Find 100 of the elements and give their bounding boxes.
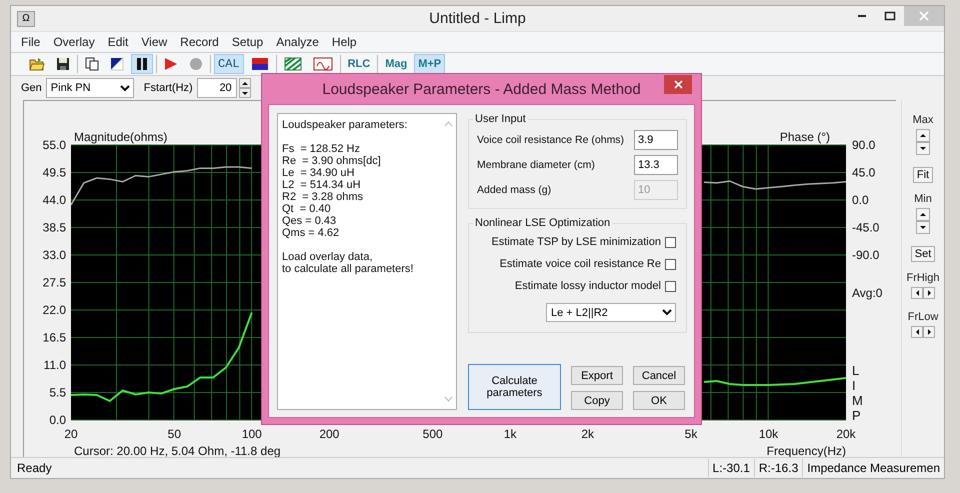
generator-label: Gen bbox=[21, 82, 42, 94]
close-icon bbox=[919, 11, 929, 21]
pause-icon bbox=[136, 57, 148, 71]
close-icon bbox=[674, 80, 682, 89]
axis-tick-label: 20 bbox=[64, 427, 78, 441]
generator-dropdown[interactable]: Pink PN bbox=[46, 78, 134, 98]
toolbar-button[interactable]: CAL bbox=[214, 54, 244, 74]
spin-down-button[interactable] bbox=[238, 88, 251, 98]
parameter-line: Fs = 128.52 Hz bbox=[282, 143, 361, 155]
close-button[interactable] bbox=[664, 75, 692, 94]
panel-label: FrHigh bbox=[906, 272, 940, 284]
color-square-icon bbox=[250, 57, 269, 71]
spin-up-button[interactable] bbox=[238, 78, 251, 88]
status-message: Ready bbox=[17, 461, 53, 475]
toolbar-button[interactable] bbox=[131, 54, 153, 74]
model-dropdown[interactable]: Le + L2||R2 bbox=[546, 303, 676, 322]
up-arrow-icon bbox=[920, 134, 926, 137]
checkbox-label: Estimate lossy inductor model bbox=[514, 280, 661, 292]
striped-square-icon bbox=[284, 57, 302, 71]
maximize-icon bbox=[884, 11, 896, 21]
save-icon bbox=[56, 57, 70, 71]
dialog-button[interactable]: Copy bbox=[571, 391, 623, 410]
parameter-line: L2 = 514.34 uH bbox=[282, 179, 362, 191]
panel-label: Max bbox=[912, 114, 934, 126]
dialog-button[interactable]: OK bbox=[633, 391, 685, 410]
axis-tick-label: 0.0 bbox=[852, 193, 869, 207]
axis-tick-label: 20k bbox=[836, 427, 856, 441]
triangle-icon bbox=[110, 57, 124, 71]
axis-tick-label: 50 bbox=[168, 427, 182, 441]
menu-item[interactable]: Overlay bbox=[53, 35, 95, 49]
parameter-line: Qt = 0.40 bbox=[282, 203, 332, 215]
left-arrow-icon bbox=[916, 329, 918, 335]
dialog-button[interactable]: Calculate parameters bbox=[468, 364, 561, 410]
menu-item[interactable]: Analyze bbox=[276, 35, 319, 49]
axis-tick-label: 100 bbox=[242, 427, 262, 441]
window-title: Untitled - Limp bbox=[429, 10, 526, 27]
up-arrow-icon bbox=[242, 82, 248, 84]
axis-title: Phase (°) bbox=[780, 130, 830, 144]
toolbar-button[interactable]: RLC bbox=[344, 54, 374, 74]
input-field[interactable]: 3.9 bbox=[634, 130, 678, 150]
menu-item[interactable]: Edit bbox=[108, 35, 128, 49]
step-down-button[interactable] bbox=[916, 221, 930, 234]
axis-tick-label: 44.0 bbox=[42, 193, 66, 207]
step-up-button[interactable] bbox=[916, 208, 930, 221]
down-arrow-icon bbox=[920, 147, 926, 150]
axis-tick-label: 200 bbox=[319, 427, 340, 441]
play-icon bbox=[164, 57, 178, 71]
right-arrow-icon bbox=[928, 329, 930, 335]
step-up-button[interactable] bbox=[916, 129, 930, 142]
axis-tick-label: 38.5 bbox=[42, 220, 66, 234]
axis-tick-label: 500 bbox=[422, 427, 443, 441]
step-right-button[interactable] bbox=[923, 287, 935, 299]
note-line: to calculate all parameters! bbox=[282, 263, 414, 275]
scroll-up-icon bbox=[444, 121, 453, 127]
dialog-button[interactable]: Export bbox=[571, 366, 623, 385]
boxed-wave-icon bbox=[312, 57, 333, 71]
app-icon[interactable]: Ω bbox=[17, 10, 35, 26]
step-left-button[interactable] bbox=[911, 326, 923, 338]
input-field[interactable]: 13.3 bbox=[634, 154, 678, 174]
record-icon bbox=[189, 57, 203, 71]
panel-button[interactable]: Fit bbox=[912, 167, 934, 183]
checkbox[interactable] bbox=[665, 258, 676, 270]
axis-tick-label: 0.0 bbox=[49, 413, 66, 427]
toolbar-button[interactable]: M+P bbox=[414, 54, 446, 74]
axis-tick-label: 45.0 bbox=[852, 166, 876, 180]
average-readout: Avg:0 bbox=[852, 286, 882, 300]
axis-tick-label: 90.0 bbox=[852, 138, 876, 152]
axis-tick-label: 5k bbox=[684, 427, 698, 441]
parameter-line: Qms = 4.62 bbox=[282, 227, 340, 239]
fstart-field[interactable]: 20 bbox=[196, 78, 237, 98]
results-heading: Loudspeaker parameters: bbox=[282, 119, 408, 131]
menu-item[interactable]: File bbox=[21, 35, 40, 49]
menu-item[interactable]: Setup bbox=[232, 35, 264, 49]
menu-item[interactable]: View bbox=[141, 35, 168, 49]
toolbar-button[interactable]: Mag bbox=[381, 54, 412, 74]
parameter-line: Le = 34.90 uH bbox=[282, 167, 356, 179]
checkbox[interactable] bbox=[665, 280, 676, 292]
checkbox[interactable] bbox=[665, 236, 676, 248]
status-field: Impedance Measuremen bbox=[802, 459, 944, 477]
panel-button[interactable]: Set bbox=[910, 246, 936, 262]
axis-tick-label: 2k bbox=[581, 427, 594, 441]
status-field: L:-30.1 bbox=[708, 459, 754, 477]
parameter-line: Qes = 0.43 bbox=[282, 215, 338, 227]
menu-item[interactable]: Help bbox=[332, 35, 357, 49]
up-arrow-icon bbox=[920, 213, 926, 216]
dialog-button[interactable]: Cancel bbox=[633, 366, 685, 385]
axis-tick-label: -45.0 bbox=[852, 220, 880, 234]
down-arrow-icon bbox=[920, 226, 926, 229]
axis-tick-label: 22.0 bbox=[42, 303, 66, 317]
step-down-button[interactable] bbox=[916, 142, 930, 155]
axis-tick-label: 1k bbox=[504, 427, 516, 441]
open-folder-icon bbox=[29, 57, 45, 71]
step-left-button[interactable] bbox=[911, 287, 923, 299]
menu-item[interactable]: Record bbox=[180, 35, 219, 49]
step-right-button[interactable] bbox=[923, 326, 935, 338]
axis-tick-label: 55.0 bbox=[42, 138, 66, 152]
field-label: Added mass (g) bbox=[477, 184, 552, 196]
note-line: Load overlay data, bbox=[282, 251, 374, 263]
field-label: Voice coil resistance Re (ohms) bbox=[477, 134, 624, 146]
axis-title: Magnitude(ohms) bbox=[74, 130, 168, 144]
